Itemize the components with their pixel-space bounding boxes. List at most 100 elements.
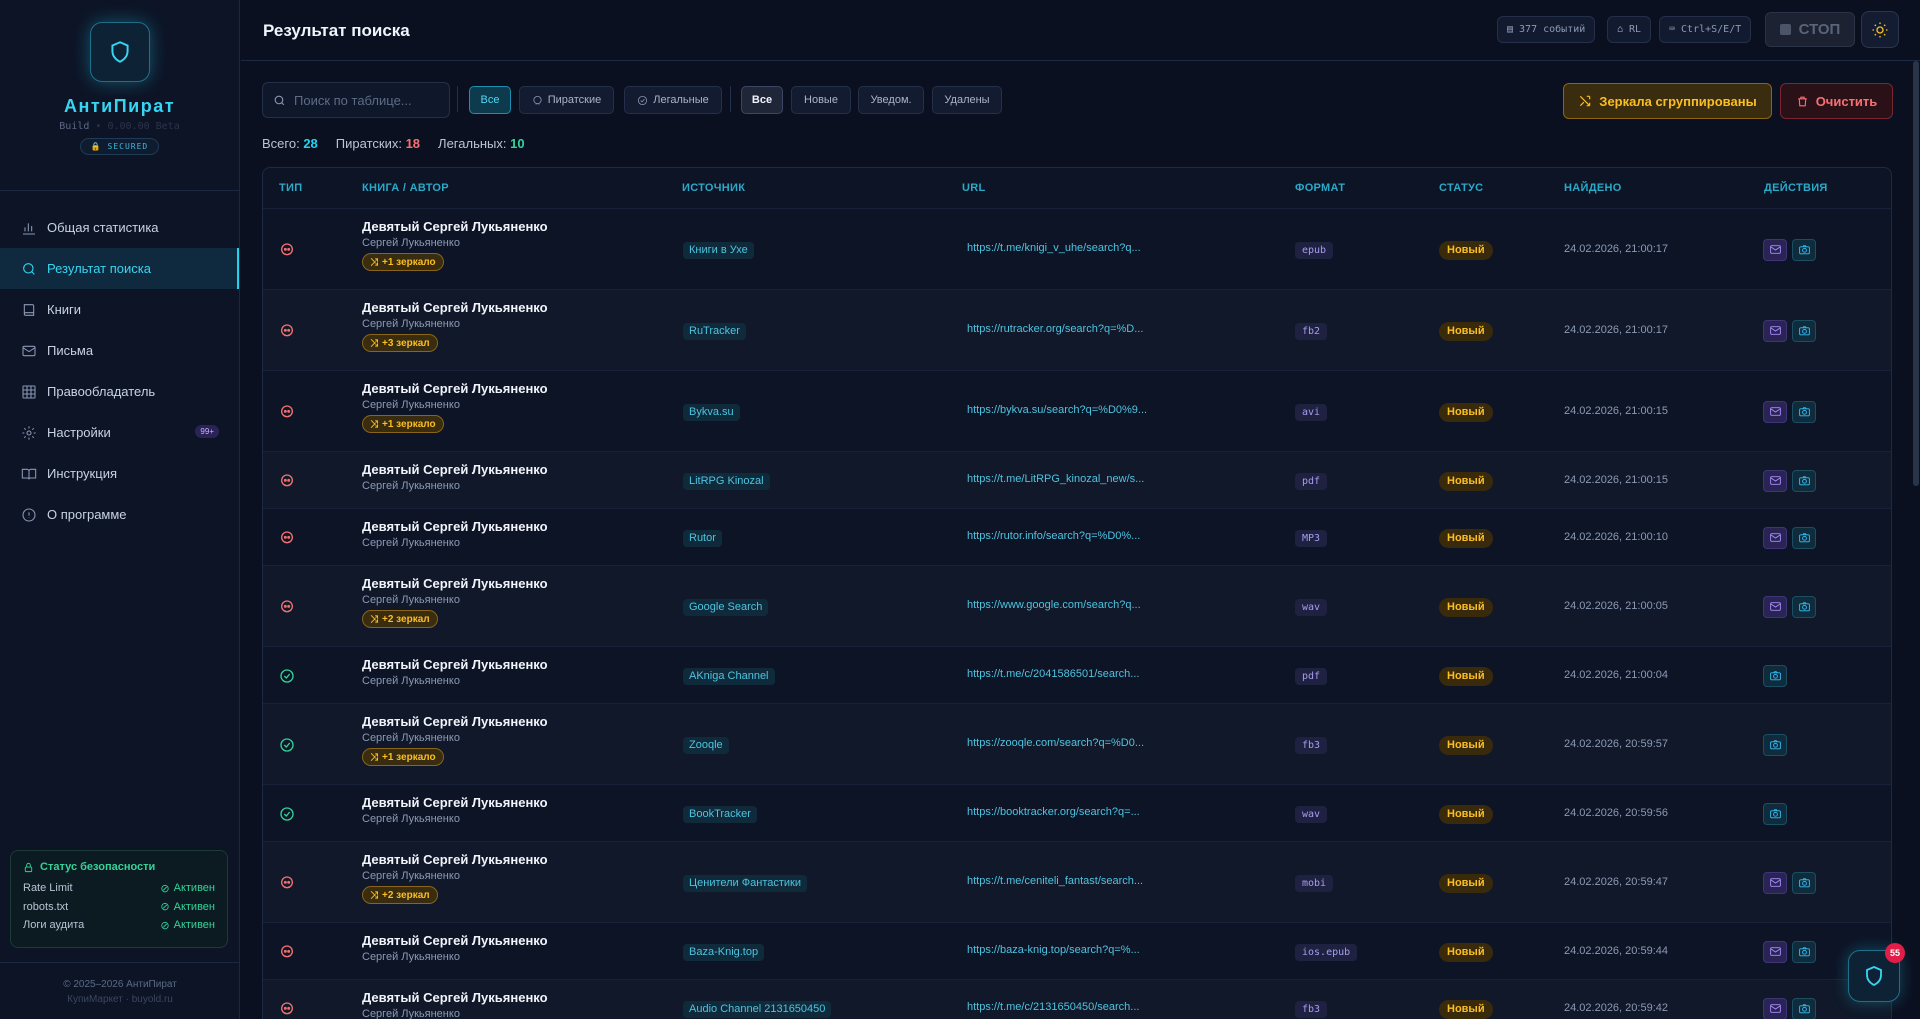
filter-type-pirate[interactable]: Пиратские <box>519 86 614 114</box>
send-letter-button[interactable] <box>1763 595 1787 618</box>
book-title[interactable]: Девятый Сергей Лукьяненко <box>362 462 548 477</box>
book-title[interactable]: Девятый Сергей Лукьяненко <box>362 990 548 1005</box>
book-title[interactable]: Девятый Сергей Лукьяненко <box>362 519 548 534</box>
sidebar-item-search-results[interactable]: Результат поиска <box>0 248 239 289</box>
screenshot-button[interactable] <box>1763 802 1787 825</box>
screenshot-button[interactable] <box>1792 469 1816 492</box>
shortcut-chip[interactable]: ⌨ Ctrl+S/E/T <box>1659 16 1752 43</box>
logo[interactable] <box>89 22 150 82</box>
filter-type-legal[interactable]: Легальные <box>624 86 722 114</box>
mirror-tag[interactable]: ⤨ +1 зеркало <box>362 415 444 433</box>
col-header-status[interactable]: СТАТУС <box>1439 182 1483 194</box>
col-header-source[interactable]: ИСТОЧНИК <box>682 182 745 194</box>
screenshot-button[interactable] <box>1792 238 1816 261</box>
send-letter-button[interactable] <box>1763 400 1787 423</box>
table-row[interactable]: Девятый Сергей Лукьяненко Сергей Лукьянен… <box>263 370 1891 451</box>
mirror-tag[interactable]: ⤨ +3 зеркал <box>362 334 438 352</box>
col-header-format[interactable]: ФОРМАТ <box>1295 182 1345 194</box>
result-url-link[interactable]: https://rutracker.org/search?q=%D... <box>967 323 1143 335</box>
table-row[interactable]: Девятый Сергей Лукьяненко Сергей Лукьянен… <box>263 841 1891 922</box>
book-title[interactable]: Девятый Сергей Лукьяненко <box>362 933 548 948</box>
result-url-link[interactable]: https://www.google.com/search?q... <box>967 599 1141 611</box>
result-url-link[interactable]: https://booktracker.org/search?q=... <box>967 806 1140 818</box>
sidebar-item-instructions[interactable]: Инструкция <box>0 453 239 494</box>
send-letter-button[interactable] <box>1763 319 1787 342</box>
table-row[interactable]: Девятый Сергей Лукьяненко Сергей Лукьянен… <box>263 451 1891 508</box>
mirrors-grouped-button[interactable]: Зеркала сгруппированы <box>1563 83 1772 119</box>
screenshot-button[interactable] <box>1763 664 1787 687</box>
mirror-tag[interactable]: ⤨ +1 зеркало <box>362 253 444 271</box>
table-row[interactable]: Девятый Сергей Лукьяненко Сергей Лукьянен… <box>263 565 1891 646</box>
result-url-link[interactable]: https://zooqle.com/search?q=%D0... <box>967 737 1144 749</box>
sidebar-item-letters[interactable]: Письма <box>0 330 239 371</box>
send-letter-button[interactable] <box>1763 940 1787 963</box>
security-fab-button[interactable]: 55 <box>1848 943 1905 1002</box>
screenshot-button[interactable] <box>1792 400 1816 423</box>
filter-status-all[interactable]: Все <box>741 86 783 114</box>
col-header-book[interactable]: КНИГА / АВТОР <box>362 182 449 194</box>
filter-status-new[interactable]: Новые <box>791 86 851 114</box>
book-title[interactable]: Девятый Сергей Лукьяненко <box>362 381 548 396</box>
screenshot-button[interactable] <box>1792 595 1816 618</box>
send-letter-button[interactable] <box>1763 997 1787 1019</box>
stop-button[interactable]: СТОП <box>1765 12 1855 47</box>
send-letter-button[interactable] <box>1763 469 1787 492</box>
table-row[interactable]: Девятый Сергей Лукьяненко Сергей Лукьянен… <box>263 922 1891 979</box>
result-url-link[interactable]: https://t.me/LitRPG_kinozal_new/s... <box>967 473 1144 485</box>
table-row[interactable]: Девятый Сергей Лукьяненко Сергей Лукьянен… <box>263 289 1891 370</box>
result-url-link[interactable]: https://baza-knig.top/search?q=%... <box>967 944 1140 956</box>
shuffle-icon: ⤨ <box>370 337 378 349</box>
book-title[interactable]: Девятый Сергей Лукьяненко <box>362 300 548 315</box>
book-title[interactable]: Девятый Сергей Лукьяненко <box>362 795 548 810</box>
rate-limit-chip[interactable]: ⌂ RL <box>1607 16 1652 43</box>
screenshot-button[interactable] <box>1792 526 1816 549</box>
result-url-link[interactable]: https://rutor.info/search?q=%D0%... <box>967 530 1140 542</box>
sidebar-item-statistics[interactable]: Общая статистика <box>0 207 239 248</box>
table-row[interactable]: Девятый Сергей Лукьяненко Сергей Лукьянен… <box>263 979 1891 1019</box>
events-counter[interactable]: ▤ 377 событий <box>1497 16 1596 43</box>
table-row[interactable]: Девятый Сергей Лукьяненко Сергей Лукьянен… <box>263 208 1891 289</box>
sidebar-item-books[interactable]: Книги <box>0 289 239 330</box>
result-url-link[interactable]: https://t.me/knigi_v_uhe/search?q... <box>967 242 1141 254</box>
filter-status-notified[interactable]: Уведом. <box>858 86 924 114</box>
camera-icon <box>1798 531 1811 544</box>
search-input[interactable] <box>294 92 444 108</box>
mirror-tag[interactable]: ⤨ +1 зеркало <box>362 748 444 766</box>
filter-status-removed[interactable]: Удалены <box>932 86 1002 114</box>
screenshot-button[interactable] <box>1792 319 1816 342</box>
sidebar-item-settings[interactable]: Настройки 99+ <box>0 412 239 453</box>
security-row-status: ⊘ Активен <box>160 882 215 895</box>
sidebar-item-about[interactable]: О программе <box>0 494 239 535</box>
send-letter-button[interactable] <box>1763 526 1787 549</box>
table-row[interactable]: Девятый Сергей Лукьяненко Сергей Лукьянен… <box>263 784 1891 841</box>
mirror-tag[interactable]: ⤨ +2 зеркал <box>362 610 438 628</box>
screenshot-button[interactable] <box>1792 997 1816 1019</box>
book-title[interactable]: Девятый Сергей Лукьяненко <box>362 219 548 234</box>
table-search[interactable] <box>262 82 450 118</box>
scrollbar[interactable] <box>1913 61 1919 486</box>
sidebar-item-rightholder[interactable]: Правообладатель <box>0 371 239 412</box>
result-url-link[interactable]: https://t.me/c/2041586501/search... <box>967 668 1139 680</box>
screenshot-button[interactable] <box>1792 871 1816 894</box>
col-header-found[interactable]: НАЙДЕНО <box>1564 182 1622 194</box>
mirror-tag[interactable]: ⤨ +2 зеркал <box>362 886 438 904</box>
result-url-link[interactable]: https://bykva.su/search?q=%D0%9... <box>967 404 1147 416</box>
table-row[interactable]: Девятый Сергей Лукьяненко Сергей Лукьянен… <box>263 646 1891 703</box>
theme-toggle-button[interactable] <box>1861 11 1899 48</box>
result-url-link[interactable]: https://t.me/c/2131650450/search... <box>967 1001 1139 1013</box>
col-header-type[interactable]: ТИП <box>279 182 302 194</box>
filter-type-all[interactable]: Все <box>469 86 511 114</box>
table-row[interactable]: Девятый Сергей Лукьяненко Сергей Лукьянен… <box>263 508 1891 565</box>
screenshot-button[interactable] <box>1763 733 1787 756</box>
send-letter-button[interactable] <box>1763 871 1787 894</box>
send-letter-button[interactable] <box>1763 238 1787 261</box>
screenshot-button[interactable] <box>1792 940 1816 963</box>
table-row[interactable]: Девятый Сергей Лукьяненко Сергей Лукьянен… <box>263 703 1891 784</box>
book-title[interactable]: Девятый Сергей Лукьяненко <box>362 657 548 672</box>
col-header-url[interactable]: URL <box>962 182 986 194</box>
book-title[interactable]: Девятый Сергей Лукьяненко <box>362 714 548 729</box>
result-url-link[interactable]: https://t.me/ceniteli_fantast/search... <box>967 875 1143 887</box>
book-title[interactable]: Девятый Сергей Лукьяненко <box>362 576 548 591</box>
book-title[interactable]: Девятый Сергей Лукьяненко <box>362 852 548 867</box>
clear-button[interactable]: Очистить <box>1780 83 1893 119</box>
